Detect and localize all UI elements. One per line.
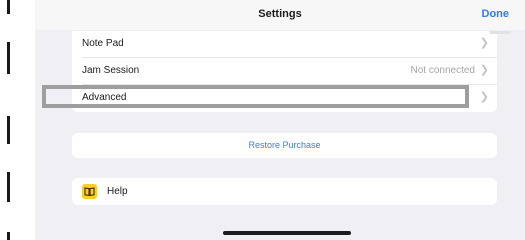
navigation-bar: Settings Done: [35, 0, 525, 30]
home-indicator: [223, 231, 351, 235]
settings-row-label: Advanced: [82, 92, 127, 103]
margin-mark: [7, 116, 10, 144]
settings-panel: Settings Done Note Pad ❯ Jam Session Not…: [35, 0, 525, 240]
chevron-right-icon: ❯: [479, 37, 489, 49]
settings-row-label: Jam Session: [82, 65, 140, 76]
settings-row-label: Note Pad: [82, 38, 124, 49]
settings-row-jam-session[interactable]: Jam Session Not connected ❯: [72, 58, 497, 85]
book-icon: [82, 184, 97, 199]
margin-mark: [7, 0, 10, 14]
restore-purchase-label: Restore Purchase: [248, 140, 321, 150]
settings-group: Note Pad ❯ Jam Session Not connected ❯ A…: [72, 31, 497, 112]
chevron-right-icon: ❯: [479, 91, 489, 103]
restore-purchase-button[interactable]: Restore Purchase: [72, 133, 497, 158]
margin-mark: [7, 232, 10, 240]
left-margin: [0, 0, 35, 240]
done-button[interactable]: Done: [482, 8, 510, 20]
chevron-right-icon: ❯: [479, 64, 489, 76]
page-title: Settings: [258, 8, 302, 20]
scroll-edge: [489, 31, 511, 34]
settings-row-note-pad[interactable]: Note Pad ❯: [72, 31, 497, 58]
margin-mark: [7, 42, 10, 74]
settings-row-value: Not connected: [410, 65, 476, 76]
help-row[interactable]: Help: [72, 178, 497, 205]
help-label: Help: [107, 186, 128, 197]
margin-mark: [7, 172, 10, 202]
settings-row-advanced[interactable]: Advanced ❯: [72, 85, 497, 112]
